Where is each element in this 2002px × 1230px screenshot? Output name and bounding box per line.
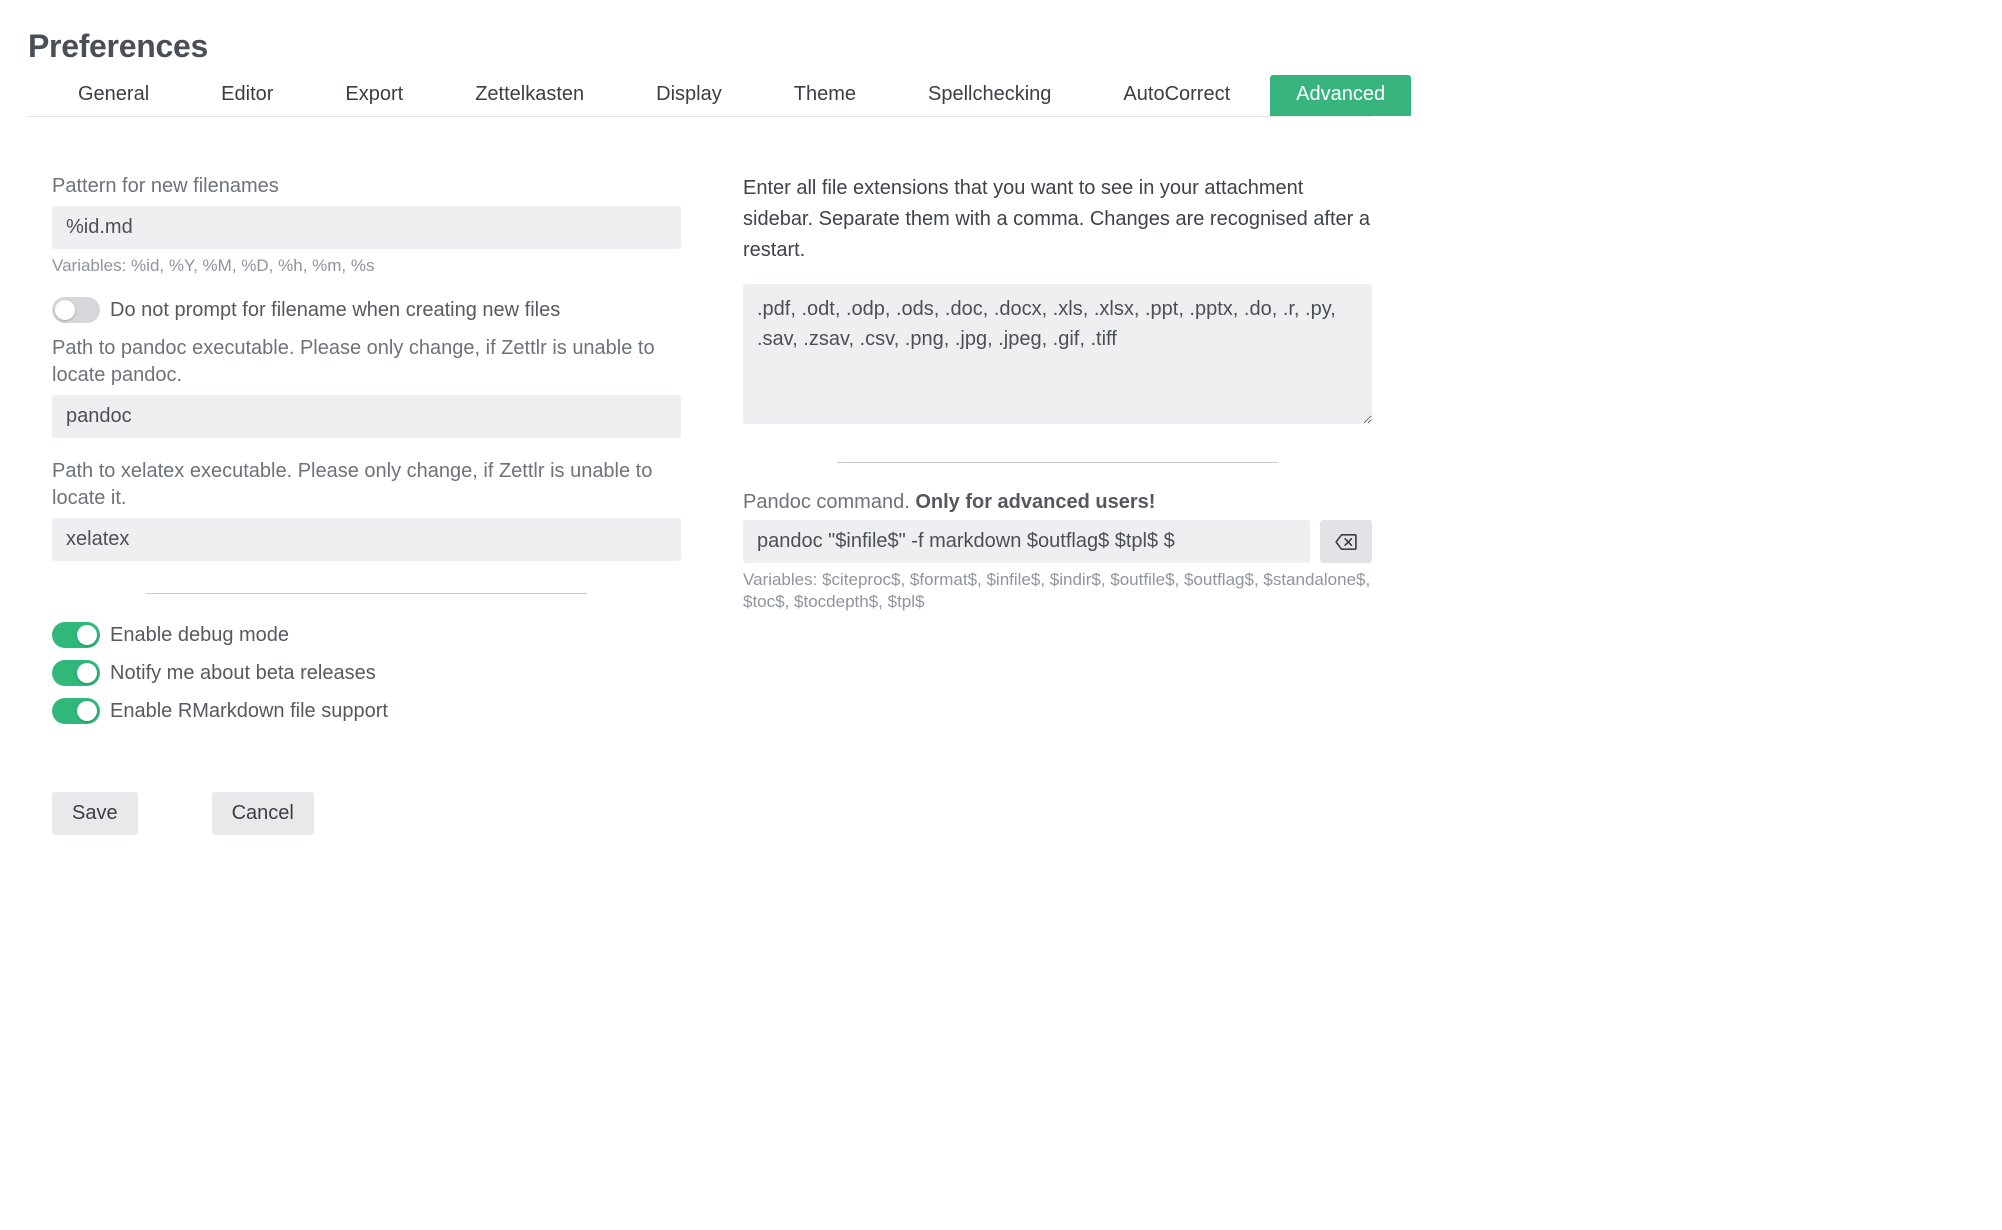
- filename-pattern-input[interactable]: [52, 206, 681, 249]
- toggle-row-rmarkdown: Enable RMarkdown file support: [52, 698, 681, 724]
- group-xelatex-path: Path to xelatex executable. Please only …: [52, 458, 681, 561]
- pandoc-command-label: Pandoc command. Only for advanced users!: [743, 491, 1372, 514]
- tab-autocorrect[interactable]: AutoCorrect: [1101, 75, 1252, 116]
- page-title: Preferences: [28, 28, 1372, 65]
- save-button[interactable]: Save: [52, 792, 138, 835]
- toggle-rmarkdown[interactable]: [52, 698, 100, 724]
- pandoc-command-hint: Variables: $citeproc$, $format$, $infile…: [743, 569, 1372, 613]
- backspace-icon: [1335, 533, 1357, 551]
- columns: Pattern for new filenames Variables: %id…: [28, 173, 1372, 736]
- pandoc-command-input[interactable]: [743, 520, 1310, 563]
- toggle-row-debug: Enable debug mode: [52, 622, 681, 648]
- toggle-rmarkdown-label: Enable RMarkdown file support: [110, 700, 388, 723]
- toggle-debug-label: Enable debug mode: [110, 624, 289, 647]
- cancel-button[interactable]: Cancel: [212, 792, 314, 835]
- pandoc-path-label: Path to pandoc executable. Please only c…: [52, 335, 681, 389]
- pandoc-command-label-strong: Only for advanced users!: [915, 491, 1155, 513]
- toggle-row-beta: Notify me about beta releases: [52, 660, 681, 686]
- pandoc-command-label-text: Pandoc command.: [743, 491, 915, 513]
- pandoc-path-input[interactable]: [52, 395, 681, 438]
- preferences-page: Preferences General Editor Export Zettel…: [0, 0, 1400, 875]
- extensions-textarea[interactable]: [743, 284, 1372, 424]
- dialog-buttons: Save Cancel: [28, 792, 1372, 835]
- toggle-no-prompt[interactable]: [52, 297, 100, 323]
- toggle-beta[interactable]: [52, 660, 100, 686]
- xelatex-path-label: Path to xelatex executable. Please only …: [52, 458, 681, 512]
- tabs: General Editor Export Zettelkasten Displ…: [28, 75, 1372, 117]
- tab-editor[interactable]: Editor: [199, 75, 295, 116]
- pandoc-command-reset-button[interactable]: [1320, 520, 1372, 563]
- tab-display[interactable]: Display: [634, 75, 744, 116]
- tab-zettelkasten[interactable]: Zettelkasten: [453, 75, 606, 116]
- xelatex-path-input[interactable]: [52, 518, 681, 561]
- group-filename-pattern: Pattern for new filenames Variables: %id…: [52, 173, 681, 277]
- filename-pattern-hint: Variables: %id, %Y, %M, %D, %h, %m, %s: [52, 255, 681, 277]
- toggle-row-no-prompt: Do not prompt for filename when creating…: [52, 297, 681, 323]
- tab-theme[interactable]: Theme: [772, 75, 878, 116]
- pandoc-command-row: [743, 520, 1372, 563]
- tab-general[interactable]: General: [56, 75, 171, 116]
- toggle-no-prompt-label: Do not prompt for filename when creating…: [110, 299, 560, 322]
- filename-pattern-label: Pattern for new filenames: [52, 173, 681, 200]
- tab-advanced[interactable]: Advanced: [1270, 75, 1411, 116]
- tab-export[interactable]: Export: [323, 75, 425, 116]
- left-column: Pattern for new filenames Variables: %id…: [52, 173, 681, 736]
- toggle-beta-label: Notify me about beta releases: [110, 662, 376, 685]
- extensions-description: Enter all file extensions that you want …: [743, 173, 1372, 266]
- group-pandoc-path: Path to pandoc executable. Please only c…: [52, 335, 681, 438]
- divider-left: [146, 593, 586, 594]
- divider-right: [837, 462, 1277, 463]
- tab-spellchecking[interactable]: Spellchecking: [906, 75, 1073, 116]
- toggle-debug[interactable]: [52, 622, 100, 648]
- right-column: Enter all file extensions that you want …: [743, 173, 1372, 613]
